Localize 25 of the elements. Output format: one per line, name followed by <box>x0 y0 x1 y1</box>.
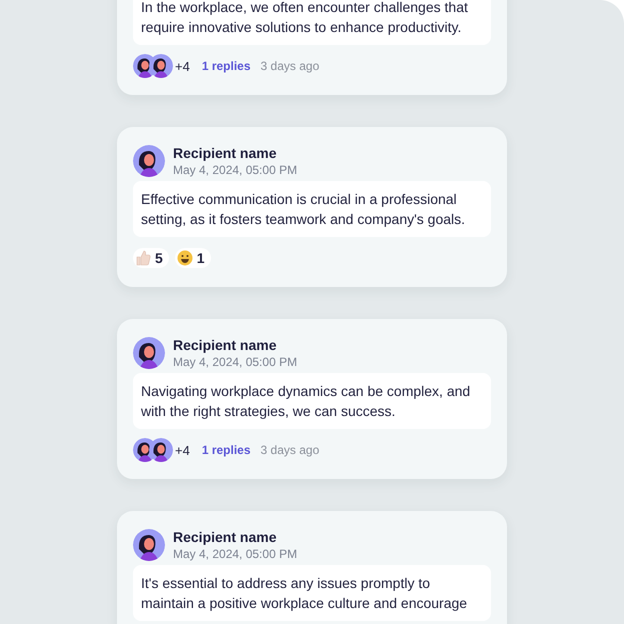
thumbs-up-icon <box>135 250 151 266</box>
comment-text: It's essential to address any issues promptly to maintain a positive workplace culture and encourage <box>133 565 491 621</box>
avatar-icon <box>133 529 165 561</box>
post-date: May 4, 2024, 05:00 PM <box>173 163 298 177</box>
avatar-icon <box>149 54 173 78</box>
comment-text: Navigating workplace dynamics can be complex, and with the right strategies, we can success. <box>133 373 491 429</box>
replies-link[interactable]: 1 replies <box>202 59 251 73</box>
grinning-face-icon <box>176 250 193 266</box>
post-date: May 4, 2024, 05:00 PM <box>173 547 298 561</box>
author-name: Recipient name <box>173 145 278 161</box>
reaction-button[interactable]: 1 <box>174 248 211 268</box>
avatar-icon <box>149 438 173 462</box>
more-count: +4 <box>175 58 190 74</box>
author-name: Recipient name <box>173 337 278 353</box>
reply-time: 3 days ago <box>260 443 320 457</box>
author-name: Recipient name <box>173 529 278 545</box>
comment-text: In the workplace, we often encounter challenges that require innovative solutions to enhance productivity. <box>133 0 491 45</box>
comment-text: Effective communication is crucial in a professional setting, as it fosters teamwork and company's goals. <box>133 181 491 237</box>
replies-link[interactable]: 1 replies <box>202 443 251 457</box>
post-date: May 4, 2024, 05:00 PM <box>173 355 298 369</box>
avatar-icon <box>133 337 165 369</box>
reaction-button[interactable]: 5 <box>133 248 169 268</box>
reply-time: 3 days ago <box>260 59 320 73</box>
avatar-icon <box>133 145 165 177</box>
more-count: +4 <box>175 442 190 458</box>
